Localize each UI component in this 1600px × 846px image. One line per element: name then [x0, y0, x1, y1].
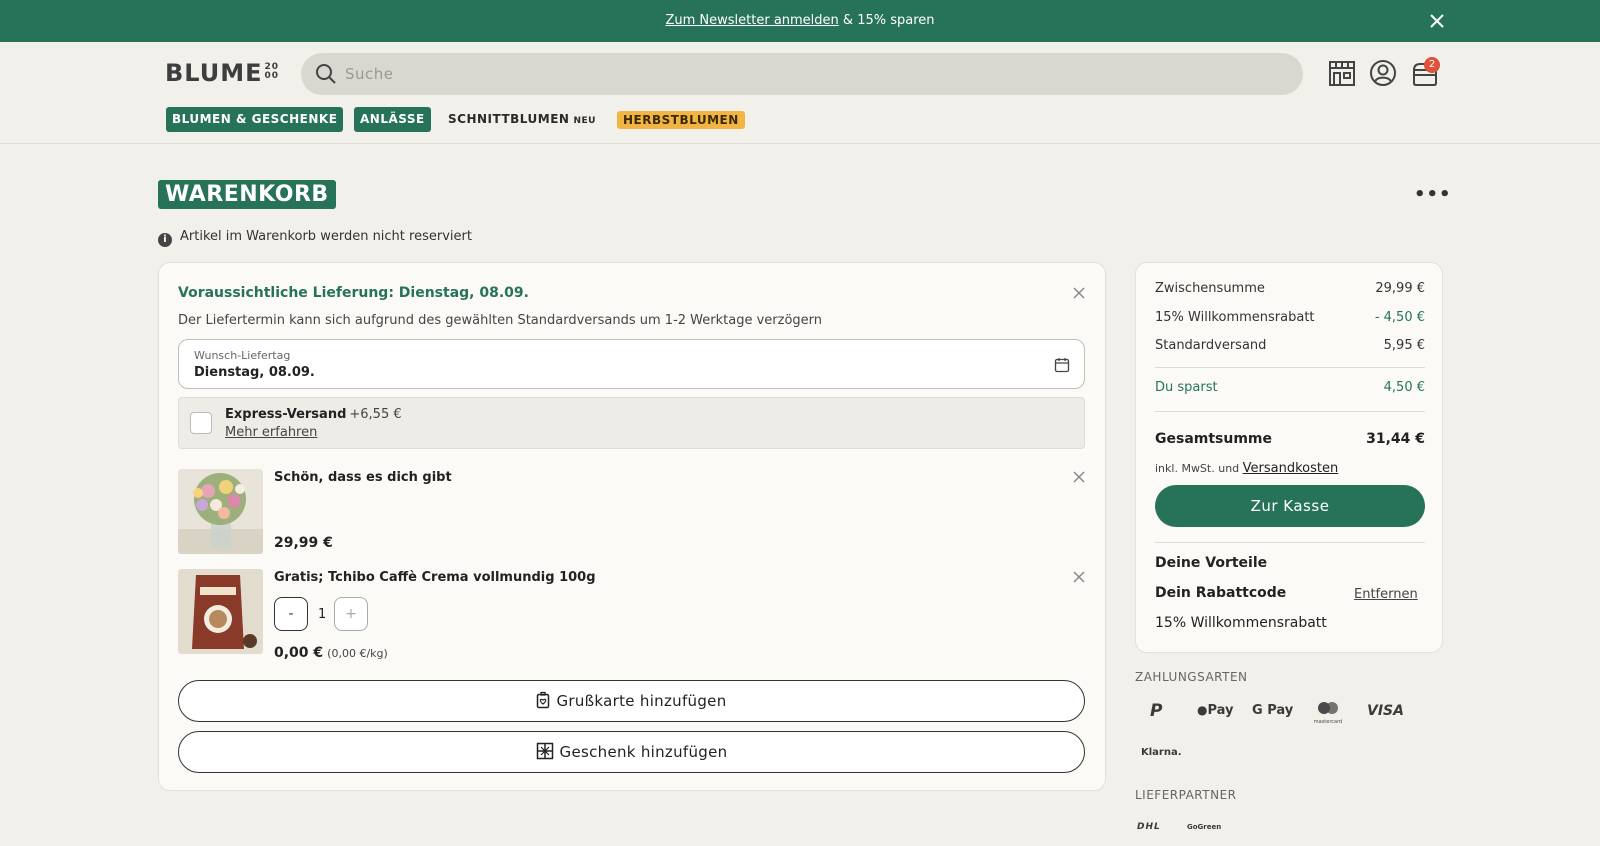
reservation-info-text: Artikel im Warenkorb werden nicht reserv… — [180, 229, 472, 244]
add-gift-button[interactable]: Geschenk hinzufügen — [178, 731, 1085, 773]
product-price: 29,99 € — [274, 535, 333, 551]
calendar-icon[interactable] — [1054, 357, 1070, 373]
reservation-info: i Artikel im Warenkorb werden nicht reser… — [158, 229, 472, 247]
add-greeting-card-button[interactable]: Grußkarte hinzufügen — [178, 680, 1085, 722]
logo-number: 20 00 — [264, 62, 280, 81]
discount-label: 15% Willkommensrabatt — [1155, 310, 1315, 325]
delivery-note: Der Liefertermin kann sich aufgrund des … — [178, 313, 823, 328]
discount-code-value: 15% Willkommensrabatt — [1155, 615, 1327, 631]
cart-count-badge: 2 — [1424, 57, 1440, 73]
nav-blumen-geschenke[interactable]: BLUMEN & GESCHENKE — [166, 107, 344, 132]
paypal-icon: P — [1150, 701, 1163, 721]
mastercard-icon: mastercard — [1311, 701, 1345, 725]
remove-item-icon[interactable] — [1071, 469, 1087, 485]
discount-code-label: Dein Rabattcode — [1155, 585, 1287, 601]
page-title: WARENKORB — [158, 180, 336, 209]
add-greeting-card-label: Grußkarte hinzufügen — [556, 692, 727, 710]
product-name[interactable]: Schön, dass es dich gibt — [274, 470, 452, 485]
quantity-decrease-button[interactable]: - — [274, 597, 308, 631]
newsletter-link[interactable]: Zum Newsletter anmelden — [665, 13, 838, 28]
express-shipping-option: Express-Versand +6,55 € Mehr erfahren — [178, 397, 1085, 449]
discount-value: - 4,50 € — [1374, 310, 1425, 325]
benefits-title: Deine Vorteile — [1155, 555, 1268, 571]
logo-text: BLUME — [165, 59, 263, 87]
payment-methods-title: ZAHLUNGSARTEN — [1135, 670, 1248, 684]
nav-schnittblumen-label: SCHNITTBLUMEN — [448, 112, 570, 126]
visa-icon: VISA — [1367, 703, 1404, 719]
close-icon[interactable] — [1071, 285, 1087, 301]
nav-schnittblumen[interactable]: SCHNITTBLUMEN NEU — [442, 107, 602, 132]
nav-herbstblumen[interactable]: HERBSTBLUMEN — [617, 111, 745, 129]
apple-pay-icon: ●Pay — [1197, 703, 1234, 718]
summary-divider — [1155, 542, 1425, 543]
savings-label: Du sparst — [1155, 380, 1218, 395]
product-image-coffee[interactable] — [178, 569, 263, 654]
klarna-icon: Klarna. — [1141, 747, 1182, 758]
search-icon — [316, 64, 336, 84]
summary-divider — [1155, 367, 1425, 368]
quantity-value: 1 — [318, 607, 327, 622]
remove-item-icon[interactable] — [1071, 569, 1087, 585]
store-icon[interactable] — [1327, 58, 1357, 88]
summary-divider — [1155, 411, 1425, 412]
express-checkbox[interactable] — [190, 412, 212, 434]
header-divider — [0, 143, 1600, 144]
delivery-date-value: Dienstag, 08.09. — [194, 365, 315, 380]
shipping-value: 5,95 € — [1383, 338, 1425, 353]
banner-rest-text: & 15% sparen — [838, 13, 935, 28]
express-name: Express-Versand +6,55 € — [225, 407, 402, 422]
product-name[interactable]: Gratis; Tchibo Caffè Crema vollmundig 10… — [274, 570, 596, 585]
shipping-label: Standardversand — [1155, 338, 1267, 353]
close-icon[interactable] — [1427, 11, 1447, 31]
add-gift-label: Geschenk hinzufügen — [559, 743, 728, 761]
logo[interactable]: BLUME 20 00 — [165, 59, 283, 87]
delivery-date-field[interactable]: Wunsch-Liefertag Dienstag, 08.09. — [178, 339, 1085, 389]
subtotal-label: Zwischensumme — [1155, 281, 1265, 296]
account-icon[interactable] — [1368, 58, 1398, 88]
remove-code-link[interactable]: Entfernen — [1354, 587, 1418, 602]
banner-text: Zum Newsletter anmelden & 15% sparen — [0, 13, 1600, 28]
dhl-logo: DHL — [1137, 822, 1161, 832]
info-icon: i — [158, 233, 172, 247]
express-price: +6,55 € — [349, 407, 402, 422]
google-pay-icon: G Pay — [1252, 703, 1294, 718]
product-image-bouquet[interactable] — [178, 469, 263, 554]
gogreen-logo: GoGreen — [1187, 823, 1222, 831]
quantity-increase-button[interactable]: + — [334, 597, 368, 631]
total-value: 31,44 € — [1366, 431, 1425, 447]
express-learn-more-link[interactable]: Mehr erfahren — [225, 425, 317, 440]
checkout-button[interactable]: Zur Kasse — [1155, 485, 1425, 527]
new-badge: NEU — [573, 116, 596, 126]
total-label: Gesamtsumme — [1155, 431, 1273, 447]
greeting-card-icon — [537, 691, 550, 709]
unit-price: (0,00 €/kg) — [327, 647, 388, 660]
search-bar[interactable] — [301, 53, 1303, 95]
product-price: 0,00 € (0,00 €/kg) — [274, 645, 388, 661]
subtotal-value: 29,99 € — [1375, 281, 1425, 296]
delivery-date-label: Wunsch-Liefertag — [194, 349, 291, 362]
delivery-title: Voraussichtliche Lieferung: Dienstag, 08… — [178, 285, 529, 301]
newsletter-banner: Zum Newsletter anmelden & 15% sparen — [0, 0, 1600, 42]
search-input[interactable] — [345, 63, 1245, 85]
shipping-costs-link[interactable]: Versandkosten — [1243, 461, 1339, 476]
savings-value: 4,50 € — [1383, 380, 1425, 395]
gift-icon — [536, 742, 553, 760]
more-options-icon[interactable]: ••• — [1414, 184, 1452, 205]
vat-note: inkl. MwSt. und Versandkosten — [1155, 461, 1339, 476]
delivery-partners-title: LIEFERPARTNER — [1135, 788, 1237, 802]
nav-anlaesse[interactable]: ANLÄSSE — [354, 107, 431, 132]
